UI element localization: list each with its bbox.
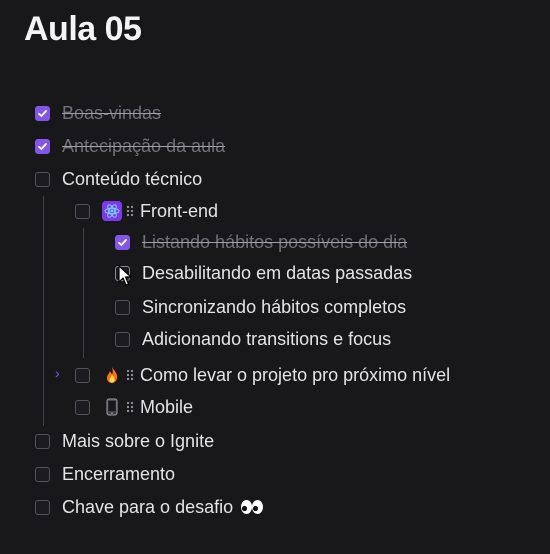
checkbox-checked[interactable] — [35, 105, 50, 121]
todo-item-toggle[interactable]: Mobile — [75, 393, 193, 421]
tree-guide-line — [83, 228, 84, 358]
todo-label: Mobile — [140, 396, 194, 417]
todo-item[interactable]: Conteúdo técnico — [35, 165, 202, 193]
todo-item[interactable]: Desabilitando em datas passadas — [115, 259, 412, 287]
eyes-icon — [240, 499, 264, 515]
todo-item[interactable]: Boas-vindas — [35, 99, 161, 127]
todo-item[interactable]: Chave para o desafio — [35, 493, 264, 521]
todo-label: Como levar o projeto pro próximo nível — [140, 364, 451, 385]
checkbox[interactable] — [35, 433, 50, 449]
todo-item[interactable]: Adicionando transitions e focus — [115, 325, 391, 353]
todo-label: Listando hábitos possíveis do dia — [142, 231, 408, 252]
mobile-phone-icon — [102, 397, 122, 417]
checkbox[interactable] — [75, 367, 90, 383]
checkbox[interactable] — [35, 171, 50, 187]
checkbox[interactable] — [75, 399, 90, 415]
checkbox-checked[interactable] — [115, 234, 130, 250]
page-title: Aula 05 — [24, 10, 142, 48]
fire-icon — [102, 365, 122, 385]
checkbox-checked[interactable] — [35, 138, 50, 154]
todo-item[interactable]: Encerramento — [35, 460, 175, 488]
todo-item[interactable]: Listando hábitos possíveis do dia — [115, 228, 407, 256]
todo-label: Front-end — [140, 200, 219, 221]
todo-label: Conteúdo técnico — [62, 168, 203, 189]
todo-label: Adicionando transitions e focus — [142, 328, 392, 349]
todo-item[interactable]: Antecipação da aula — [35, 132, 225, 160]
checkbox[interactable] — [115, 331, 130, 347]
checkbox[interactable] — [115, 299, 130, 315]
react-icon — [102, 201, 122, 221]
chevron-right-icon[interactable]: › — [55, 365, 60, 381]
todo-label: Antecipação da aula — [62, 135, 226, 156]
drag-handle-icon[interactable] — [126, 369, 134, 381]
drag-handle-icon[interactable] — [126, 401, 134, 413]
drag-handle-icon[interactable] — [126, 205, 134, 217]
todo-label: Desabilitando em datas passadas — [142, 262, 413, 283]
todo-label: Encerramento — [62, 463, 176, 484]
todo-item[interactable]: Mais sobre o Ignite — [35, 427, 214, 455]
todo-item[interactable]: Sincronizando hábitos completos — [115, 293, 406, 321]
checkbox[interactable] — [35, 466, 50, 482]
notion-page: Aula 05 Boas-vindas Antecipação da aula … — [0, 0, 550, 554]
todo-label: Boas-vindas — [62, 102, 162, 123]
todo-item-toggle[interactable]: Como levar o projeto pro próximo nível — [75, 361, 450, 389]
mouse-cursor-icon — [118, 265, 134, 292]
tree-guide-line — [43, 196, 44, 426]
todo-label: Sincronizando hábitos completos — [142, 296, 407, 317]
todo-label: Chave para o desafio — [62, 496, 234, 517]
checkbox[interactable] — [35, 499, 50, 515]
todo-item-toggle[interactable]: Front-end — [75, 197, 218, 225]
todo-label: Mais sobre o Ignite — [62, 430, 215, 451]
checkbox[interactable] — [75, 203, 90, 219]
